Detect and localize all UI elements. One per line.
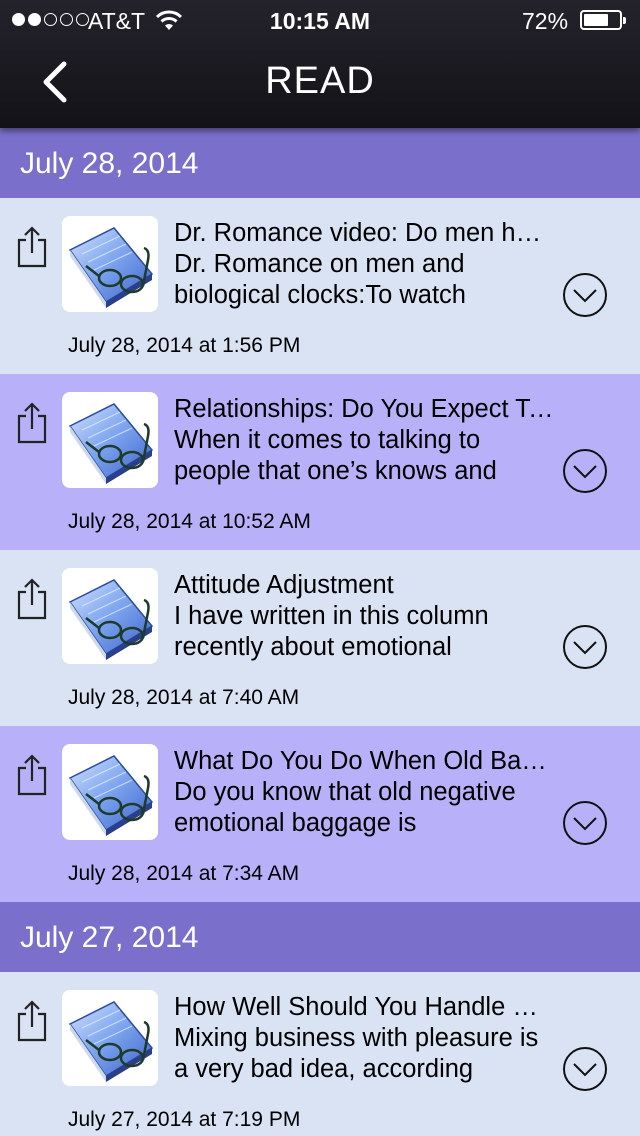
article-row[interactable]: Attitude Adjustment I have written in thi… bbox=[0, 550, 640, 726]
chevron-down-circle-icon[interactable] bbox=[562, 272, 608, 318]
article-excerpt: Dr. Romance on men and biological clocks… bbox=[174, 250, 466, 309]
article-title: Dr. Romance video: Do men have a biologi… bbox=[174, 219, 554, 247]
book-thumbnail bbox=[62, 990, 158, 1086]
article-timestamp: July 28, 2014 at 1:56 PM bbox=[68, 334, 301, 357]
article-excerpt: Do you know that old negative emotional … bbox=[174, 778, 516, 837]
article-timestamp: July 28, 2014 at 7:34 AM bbox=[68, 862, 300, 885]
chevron-down-circle-icon[interactable] bbox=[562, 624, 608, 670]
article-timestamp: July 28, 2014 at 7:40 AM bbox=[68, 686, 300, 709]
article-excerpt: I have written in this column recently a… bbox=[174, 602, 489, 661]
book-thumbnail bbox=[62, 568, 158, 664]
chevron-down-circle-icon[interactable] bbox=[562, 1046, 608, 1092]
article-timestamp: July 27, 2014 at 7:19 PM bbox=[68, 1108, 301, 1131]
article-text: Relationships: Do You Expect Too Much? Wh… bbox=[174, 394, 554, 487]
share-icon[interactable] bbox=[16, 754, 48, 796]
status-bar: AT&T 10:15 AM 72% bbox=[0, 0, 640, 40]
article-title: Attitude Adjustment bbox=[174, 571, 394, 599]
share-icon[interactable] bbox=[16, 402, 48, 444]
article-excerpt: Mixing business with pleasure is a very … bbox=[174, 1024, 539, 1083]
article-title: How Well Should You Handle Office Romanc… bbox=[174, 993, 554, 1021]
battery-percentage: 72% bbox=[522, 8, 569, 34]
article-text: How Well Should You Handle Office Romanc… bbox=[174, 992, 554, 1085]
article-row[interactable]: How Well Should You Handle Office Romanc… bbox=[0, 972, 640, 1136]
share-icon[interactable] bbox=[16, 1000, 48, 1042]
share-icon[interactable] bbox=[16, 226, 48, 268]
battery-icon bbox=[580, 10, 626, 30]
article-text: Dr. Romance video: Do men have a biologi… bbox=[174, 218, 554, 311]
article-text: Attitude Adjustment I have written in thi… bbox=[174, 570, 554, 663]
chevron-down-circle-icon[interactable] bbox=[562, 448, 608, 494]
section-date-header: July 27, 2014 bbox=[0, 902, 640, 972]
article-text: What Do You Do When Old Baggage Returns?… bbox=[174, 746, 554, 839]
article-row[interactable]: What Do You Do When Old Baggage Returns?… bbox=[0, 726, 640, 902]
book-thumbnail bbox=[62, 392, 158, 488]
share-icon[interactable] bbox=[16, 578, 48, 620]
article-excerpt: When it comes to talking to people that … bbox=[174, 426, 497, 485]
section-date-header: July 28, 2014 bbox=[0, 128, 640, 198]
book-thumbnail bbox=[62, 216, 158, 312]
article-row[interactable]: Dr. Romance video: Do men have a biologi… bbox=[0, 198, 640, 374]
book-thumbnail bbox=[62, 744, 158, 840]
chevron-down-circle-icon[interactable] bbox=[562, 800, 608, 846]
article-title: What Do You Do When Old Baggage Returns? bbox=[174, 747, 554, 775]
navigation-bar: AT&T 10:15 AM 72% READ bbox=[0, 0, 640, 128]
article-row[interactable]: Relationships: Do You Expect Too Much? Wh… bbox=[0, 374, 640, 550]
article-timestamp: July 28, 2014 at 10:52 AM bbox=[68, 510, 311, 533]
article-list[interactable]: July 28, 2014 Dr. Romance video: Do men h… bbox=[0, 128, 640, 1136]
article-title: Relationships: Do You Expect Too Much? bbox=[174, 395, 554, 423]
page-title: READ bbox=[265, 60, 375, 102]
